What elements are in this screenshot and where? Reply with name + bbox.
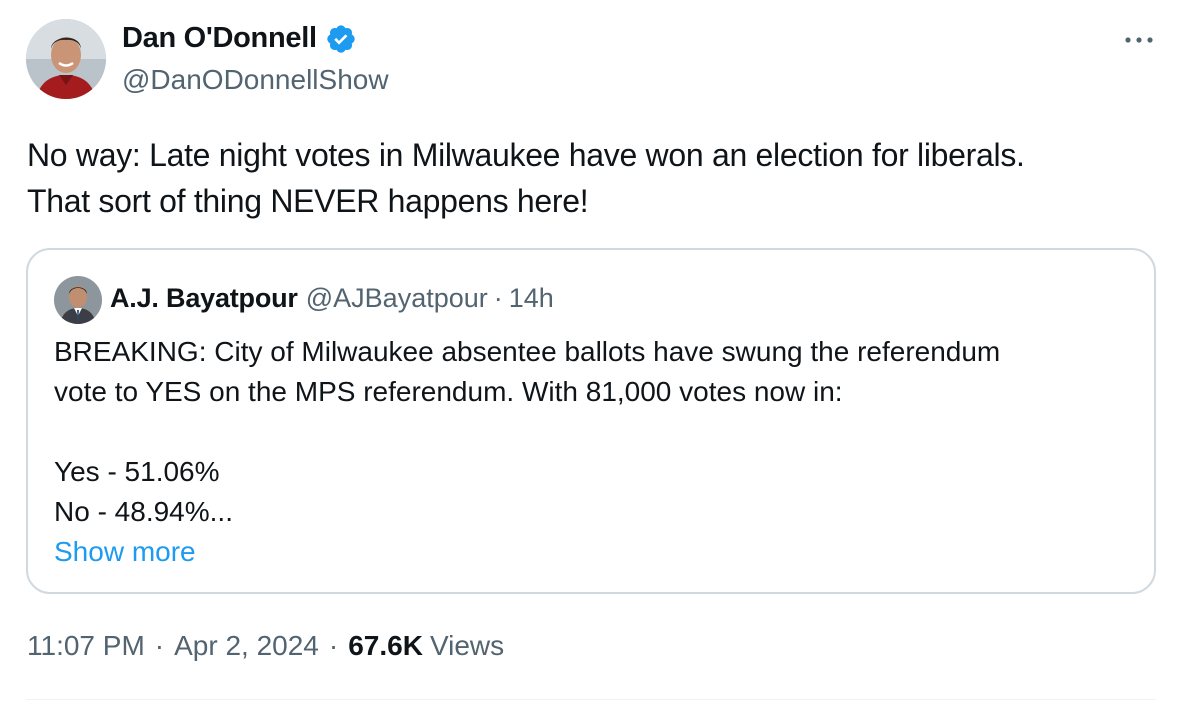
more-horizontal-icon — [1125, 37, 1153, 43]
author-handle[interactable]: @DanODonnellShow — [122, 64, 389, 96]
quoted-text-line: BREAKING: City of Milwaukee absentee bal… — [54, 336, 1001, 367]
avatar-photo-icon — [54, 276, 102, 324]
avatar-photo-icon — [26, 19, 106, 99]
author-display-name[interactable]: Dan O'Donnell — [122, 22, 357, 55]
quoted-tweet-header: A.J. Bayatpour @AJBayatpour · 14h — [110, 283, 554, 314]
show-more-link[interactable]: Show more — [54, 532, 1000, 572]
verified-badge-icon[interactable] — [325, 23, 357, 55]
divider — [26, 699, 1156, 700]
quoted-tweet-time[interactable]: 14h — [509, 283, 554, 314]
author-avatar[interactable] — [26, 19, 106, 99]
more-options-button[interactable] — [1119, 26, 1159, 54]
separator-dot: · — [328, 630, 339, 661]
tweet-text-line: That sort of thing NEVER happens here! — [27, 183, 589, 219]
quoted-author-name[interactable]: A.J. Bayatpour — [110, 283, 298, 314]
tweet-date[interactable]: Apr 2, 2024 — [174, 630, 319, 662]
quoted-tweet-text: BREAKING: City of Milwaukee absentee bal… — [54, 332, 1000, 572]
views-label: Views — [429, 630, 505, 661]
tweet-text: No way: Late night votes in Milwaukee ha… — [27, 132, 1157, 224]
tweet-text-line: No way: Late night votes in Milwaukee ha… — [27, 137, 1025, 173]
quoted-author-handle[interactable]: @AJBayatpour — [306, 283, 488, 314]
quoted-author-avatar[interactable] — [54, 276, 102, 324]
quoted-text-line: No - 48.94%... — [54, 496, 233, 527]
tweet-time[interactable]: 11:07 PM — [27, 630, 145, 662]
separator-dot: · — [154, 630, 165, 661]
paragraph-break — [54, 412, 1000, 452]
views-count: 67.6K — [348, 630, 423, 661]
author-name-text: Dan O'Donnell — [122, 22, 317, 54]
quoted-text-line: Yes - 51.06% — [54, 456, 220, 487]
quoted-text-line: vote to YES on the MPS referendum. With … — [54, 376, 843, 407]
tweet-metadata: 11:07 PM · Apr 2, 2024 · 67.6K Views — [27, 630, 504, 662]
separator-dot: · — [493, 283, 503, 313]
quoted-tweet-card[interactable]: A.J. Bayatpour @AJBayatpour · 14h BREAKI… — [26, 248, 1156, 594]
